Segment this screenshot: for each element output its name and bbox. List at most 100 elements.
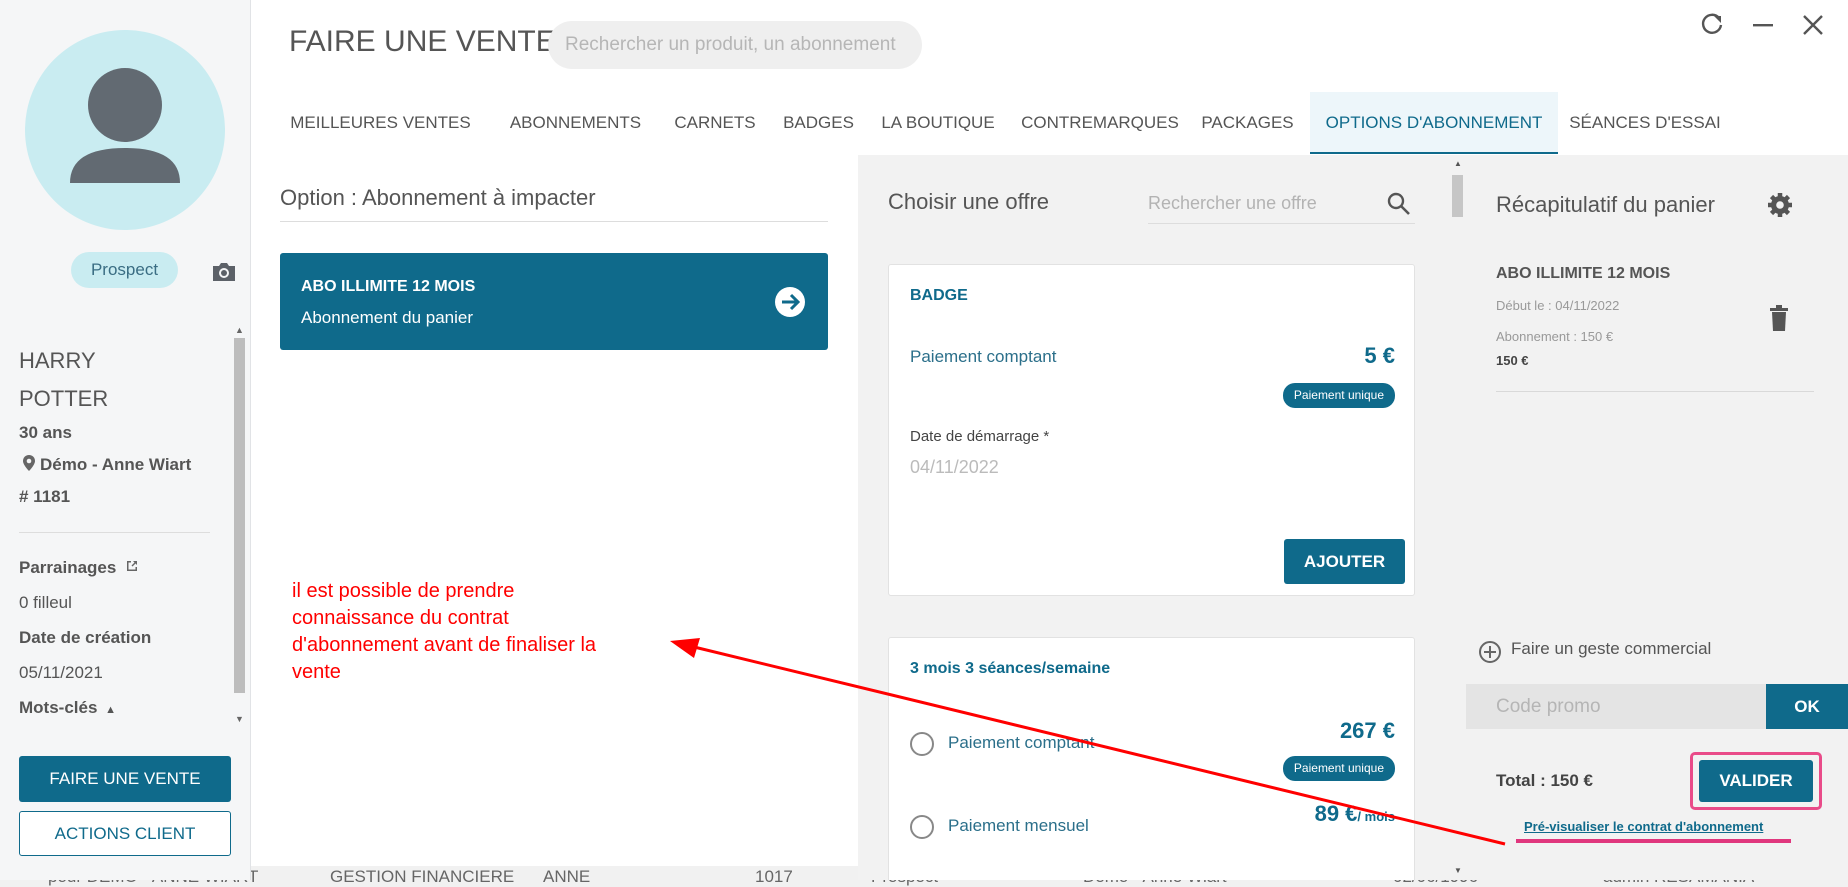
- add-circle-icon[interactable]: [1478, 640, 1502, 664]
- client-number: # 1181: [19, 487, 71, 506]
- parrainages-label: Parrainages: [19, 558, 117, 577]
- offer-card-badge: BADGE Paiement comptant 5 € Paiement uni…: [888, 264, 1415, 596]
- keywords-label: Mots-clés: [19, 698, 98, 717]
- search-icon[interactable]: [1386, 191, 1412, 217]
- abonnement-card-subtitle: Abonnement du panier: [301, 308, 474, 327]
- keywords-toggle[interactable]: Mots-clés ▲: [19, 698, 116, 718]
- location-icon: [23, 455, 35, 476]
- tab-badges[interactable]: BADGES: [772, 92, 865, 154]
- cart-item-subscription: Abonnement : 150 €: [1496, 329, 1614, 344]
- offer-card-3mois: 3 mois 3 séances/semaine Paiement compta…: [888, 637, 1415, 880]
- annotation-line: il est possible de prendre: [292, 580, 515, 602]
- highlight-box: VALIDER: [1690, 752, 1822, 810]
- promo-ok-button[interactable]: OK: [1766, 684, 1848, 729]
- faire-une-vente-button[interactable]: FAIRE UNE VENTE: [19, 756, 231, 802]
- offers-panel: Choisir une offre Rechercher une offre B…: [858, 155, 1449, 880]
- cart-summary-title: Récapitulatif du panier: [1496, 192, 1715, 217]
- scroll-thumb[interactable]: [234, 338, 245, 693]
- scroll-thumb[interactable]: [1452, 175, 1463, 217]
- bg-cell: GESTION FINANCIERE: [330, 867, 515, 886]
- cart-item-price: 150 €: [1496, 353, 1529, 368]
- ajouter-button[interactable]: AJOUTER: [1284, 539, 1405, 584]
- arrow-right-circle-icon[interactable]: [773, 285, 807, 319]
- bg-cell: 1017: [755, 867, 793, 886]
- offers-scrollbar[interactable]: ▲ ▼: [1449, 155, 1466, 880]
- cart-summary-panel: Récapitulatif du panier ABO ILLIMITE 12 …: [1466, 155, 1848, 880]
- offer-price-value: 89 €: [1314, 801, 1358, 826]
- scroll-down-icon[interactable]: ▼: [235, 714, 244, 724]
- client-last-name: POTTER: [19, 386, 109, 411]
- page-title: FAIRE UNE VENTE: [289, 25, 556, 58]
- offer-price: 5 €: [1364, 343, 1395, 368]
- tab-packages[interactable]: PACKAGES: [1194, 92, 1301, 154]
- divider: [1148, 223, 1415, 224]
- minimize-icon[interactable]: [1750, 12, 1776, 38]
- parrainages-link[interactable]: Parrainages: [19, 558, 139, 578]
- annotation-line: vente: [292, 661, 341, 683]
- refresh-icon[interactable]: [1699, 12, 1725, 38]
- offers-title: Choisir une offre: [888, 189, 1050, 214]
- valider-button[interactable]: VALIDER: [1699, 760, 1813, 802]
- offer-card-title: 3 mois 3 séances/semaine: [910, 660, 1111, 677]
- tab-seances-essai[interactable]: SÉANCES D'ESSAI: [1564, 92, 1726, 154]
- cart-item-title: ABO ILLIMITE 12 MOIS: [1496, 265, 1671, 282]
- abonnement-card[interactable]: ABO ILLIMITE 12 MOIS Abonnement du panie…: [280, 253, 828, 350]
- divider: [1496, 391, 1814, 392]
- status-badge: Prospect: [71, 252, 178, 288]
- close-icon[interactable]: [1800, 12, 1826, 38]
- geste-commercial-link[interactable]: Faire un geste commercial: [1511, 639, 1711, 659]
- payment-label: Paiement comptant: [948, 733, 1095, 752]
- tab-carnets[interactable]: CARNETS: [667, 92, 763, 154]
- chevron-up-icon: ▲: [105, 704, 117, 716]
- tab-options-abonnement[interactable]: OPTIONS D'ABONNEMENT: [1310, 92, 1558, 154]
- cart-total: Total : 150 €: [1496, 771, 1593, 790]
- abonnement-card-title: ABO ILLIMITE 12 MOIS: [301, 278, 476, 295]
- external-link-icon: [127, 561, 138, 571]
- client-first-name: HARRY: [19, 348, 96, 373]
- actions-client-button[interactable]: ACTIONS CLIENT: [19, 811, 231, 856]
- creation-date: 05/11/2021: [19, 663, 103, 682]
- offer-price: 267 €: [1339, 718, 1395, 743]
- sale-dialog-screen: pour DEMO - ANNE WIART GESTION FINANCIER…: [0, 0, 1848, 887]
- tab-la-boutique[interactable]: LA BOUTIQUE: [871, 92, 1005, 154]
- start-date-label: Date de démarrage *: [910, 428, 1050, 445]
- payment-radio[interactable]: [910, 815, 934, 839]
- cart-item-start: Début le : 04/11/2022: [1496, 298, 1620, 313]
- creation-label: Date de création: [19, 628, 152, 647]
- tab-contremarques[interactable]: CONTREMARQUES: [1014, 92, 1186, 154]
- scroll-down-icon[interactable]: ▼: [1454, 866, 1462, 875]
- payment-pill: Paiement unique: [1282, 756, 1395, 781]
- divider: [19, 532, 210, 533]
- tab-meilleures-ventes[interactable]: MEILLEURES VENTES: [281, 92, 480, 154]
- left-scrollbar[interactable]: ▲ ▼: [232, 322, 247, 729]
- bg-cell: ANNE: [543, 867, 591, 886]
- payment-pill: Paiement unique: [1282, 383, 1395, 408]
- filleul-count: 0 filleul: [19, 593, 72, 612]
- search-input[interactable]: Rechercher un produit, un abonnement: [548, 21, 922, 69]
- payment-radio[interactable]: [910, 732, 934, 756]
- promo-code-input[interactable]: Code promo: [1466, 684, 1766, 729]
- start-date-input[interactable]: 04/11/2022: [910, 457, 999, 478]
- person-icon: [70, 68, 180, 183]
- trash-icon[interactable]: [1769, 305, 1789, 331]
- scroll-up-icon[interactable]: ▲: [1454, 159, 1462, 168]
- highlight-underline: [1516, 839, 1791, 843]
- scroll-up-icon[interactable]: ▲: [235, 325, 244, 335]
- option-title: Option : Abonnement à impacter: [280, 185, 596, 210]
- payment-label: Paiement comptant: [910, 347, 1057, 366]
- tab-abonnements[interactable]: ABONNEMENTS: [500, 92, 651, 154]
- preview-contract-link[interactable]: Pré-visualiser le contrat d'abonnement: [1524, 819, 1763, 834]
- divider: [280, 221, 828, 222]
- client-panel: Prospect HARRY POTTER 30 ans Démo - Anne…: [0, 0, 251, 880]
- offer-price-monthly: 89 €/ mois: [1315, 801, 1395, 827]
- offer-search-input[interactable]: Rechercher une offre: [1148, 193, 1317, 214]
- avatar: [25, 30, 225, 230]
- annotation-text: il est possible de prendre connaissance …: [292, 578, 692, 686]
- client-club: Démo - Anne Wiart: [40, 455, 192, 474]
- payment-label: Paiement mensuel: [948, 816, 1089, 835]
- camera-icon[interactable]: [211, 261, 237, 283]
- client-age: 30 ans: [19, 423, 72, 442]
- annotation-line: d'abonnement avant de finaliser la: [292, 634, 597, 656]
- gear-icon[interactable]: [1766, 191, 1794, 219]
- price-suffix: / mois: [1357, 809, 1395, 824]
